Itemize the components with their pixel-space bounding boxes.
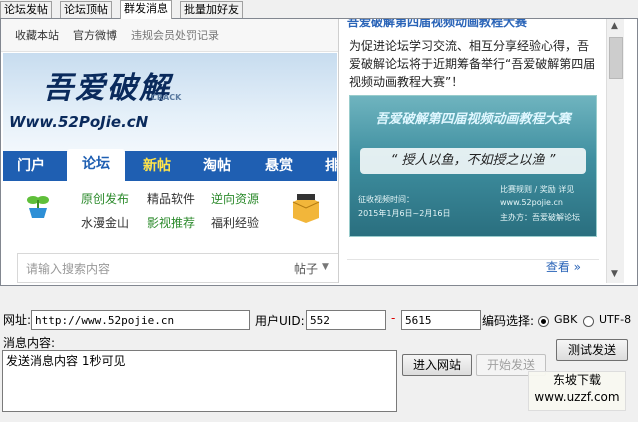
chevron-down-icon: ▼	[322, 262, 329, 272]
test-send-button[interactable]: 测试发送	[556, 339, 628, 361]
box-icon	[289, 190, 323, 224]
uid-to-field[interactable]: 5615	[401, 310, 481, 330]
gbk-label[interactable]: GBK	[554, 313, 577, 326]
site-search-input[interactable]: 请输入搜索内容	[26, 260, 110, 277]
watermark-line2: www.uzzf.com	[534, 390, 620, 404]
logo-crack-text: CRACK	[151, 93, 182, 102]
view-more-link[interactable]: 查看 »	[546, 258, 581, 275]
site-topbar: 收藏本站 官方微博 违规会员处罚记录	[1, 19, 341, 52]
utf8-radio[interactable]	[583, 316, 594, 327]
download-site-watermark: 东坡下载 www.uzzf.com	[528, 371, 626, 411]
announcement-panel: 吾爱破解第四届视频动画教程大赛 为促进论坛学习交流、相互分享经验心得，吾爱破解论…	[338, 19, 607, 283]
announcement-title[interactable]: 吾爱破解第四届视频动画教程大赛	[347, 19, 527, 30]
violation-record-link[interactable]: 违规会员处罚记录	[131, 27, 219, 43]
enter-site-button[interactable]: 进入网站	[402, 354, 472, 376]
poster-line-dates: 2015年1月6日~2月16日	[358, 209, 451, 218]
tab-strip: 论坛发帖 论坛顶帖 群发消息 批量加好友	[0, 0, 638, 19]
url-field[interactable]: http://www.52pojie.cn	[31, 310, 250, 330]
poster-title: 吾爱破解第四届视频动画教程大赛	[375, 112, 571, 127]
watermark-line1: 东坡下载	[552, 373, 601, 387]
tab-batch-add-friends[interactable]: 批量加好友	[180, 1, 243, 18]
horizontal-scrollbar[interactable]: ◀ ▶	[1, 283, 637, 286]
vertical-scroll-thumb[interactable]	[609, 37, 623, 79]
embedded-browser[interactable]: 收藏本站 官方微博 违规会员处罚记录 吾爱破解 CRACK Www.52PoJi…	[0, 18, 638, 286]
vertical-scrollbar[interactable]: ▲ ▼	[606, 19, 624, 283]
nav-taotie[interactable]: 淘帖	[203, 151, 231, 181]
contest-poster[interactable]: 吾爱破解第四届视频动画教程大赛 “ 授人以鱼，不如授之以渔 ” 征收视频时间： …	[349, 95, 597, 237]
site-banner: 吾爱破解 CRACK Www.52PoJie.cN	[3, 53, 337, 167]
horizontal-scroll-thumb[interactable]	[19, 285, 401, 286]
weibo-link[interactable]: 官方微博	[73, 27, 117, 43]
encoding-label: 编码选择:	[482, 314, 535, 328]
sublink-software[interactable]: 精品软件	[147, 190, 195, 207]
utf8-label[interactable]: UTF-8	[599, 313, 631, 326]
sub-nav: 原创发布 精品软件 逆向资源 水漫金山 影视推荐 福利经验	[3, 182, 337, 244]
logo-url: Www.52PoJie.cN	[9, 113, 149, 131]
site-search-bar: 请输入搜索内容 帖子 ▼	[17, 253, 341, 283]
poster-line-organizer: 主办方：吾爱破解论坛	[500, 213, 580, 222]
uid-separator: -	[391, 311, 396, 325]
site-nav: 门户 论坛 新帖 淘帖 悬赏 排	[3, 149, 339, 181]
sublink-original[interactable]: 原创发布	[81, 190, 129, 207]
sublink-water[interactable]: 水漫金山	[81, 214, 129, 231]
message-textarea[interactable]: 发送消息内容 1秒可见	[2, 350, 397, 412]
nav-new-posts[interactable]: 新帖	[143, 151, 171, 181]
plant-icon	[25, 192, 51, 218]
poster-line-time-label: 征收视频时间：	[358, 195, 414, 204]
poster-quote: “ 授人以鱼，不如授之以渔 ”	[360, 148, 586, 174]
nav-bounty[interactable]: 悬赏	[265, 151, 293, 181]
gbk-radio[interactable]	[538, 316, 549, 327]
scroll-down-icon[interactable]: ▼	[611, 269, 618, 279]
sublink-reverse[interactable]: 逆向资源	[211, 190, 259, 207]
bookmark-link[interactable]: 收藏本站	[15, 27, 59, 43]
url-label: 网址:	[3, 313, 32, 327]
uid-label: 用户UID:	[255, 314, 305, 328]
tab-forum-bump[interactable]: 论坛顶帖	[60, 1, 112, 18]
nav-more[interactable]: 排	[325, 151, 339, 181]
tab-forum-post[interactable]: 论坛发帖	[0, 1, 52, 18]
uid-from-field[interactable]: 552	[306, 310, 386, 330]
sublink-movies[interactable]: 影视推荐	[147, 214, 195, 231]
poster-line-url: www.52pojie.cn	[500, 198, 563, 207]
poster-line-rules: 比赛规则 / 奖励 详见	[500, 185, 575, 194]
sublink-welfare[interactable]: 福利经验	[211, 214, 259, 231]
announcement-text: 为促进论坛学习交流、相互分享经验心得，吾爱破解论坛将于近期筹备举行“吾爱破解第四…	[349, 39, 596, 89]
tab-mass-message[interactable]: 群发消息	[120, 0, 172, 19]
search-scope-select[interactable]: 帖子	[294, 260, 318, 277]
nav-forum[interactable]: 论坛	[67, 149, 125, 181]
message-label: 消息内容:	[3, 336, 56, 350]
scroll-up-icon[interactable]: ▲	[611, 21, 618, 31]
nav-portal[interactable]: 门户	[17, 151, 45, 181]
